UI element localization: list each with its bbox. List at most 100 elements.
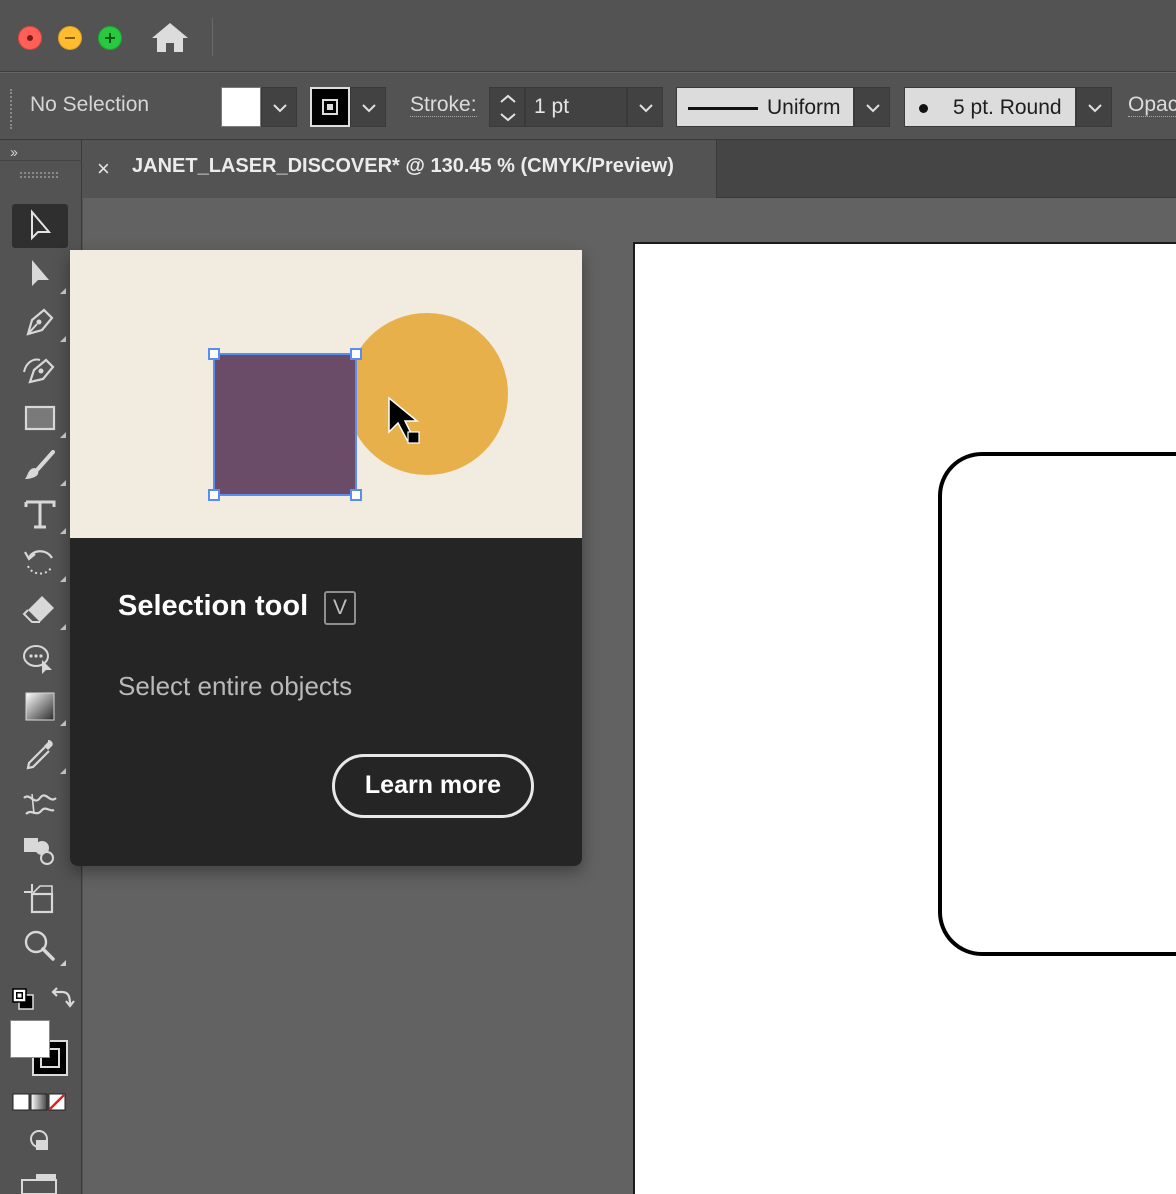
chevron-down-icon — [639, 104, 653, 113]
eyedropper-tool[interactable] — [12, 732, 68, 776]
zoom-icon — [24, 930, 55, 961]
paintbrush-icon — [25, 450, 55, 479]
pen-tool[interactable] — [12, 300, 68, 344]
shape-builder-icon — [24, 838, 54, 865]
default-colors-button[interactable] — [10, 986, 36, 1017]
illustration-circle — [346, 313, 508, 475]
tool-tip-popover: Selection tool V Select entire objects L… — [70, 250, 582, 866]
selection-handle — [350, 348, 362, 360]
color-mode-icon — [12, 1093, 30, 1111]
selection-handle — [208, 348, 220, 360]
artboard-icon — [24, 884, 54, 914]
swap-fill-stroke-button[interactable] — [48, 984, 76, 1017]
brush-definition-select[interactable]: 5 pt. Round — [904, 87, 1076, 127]
brush-dot-icon — [919, 104, 928, 113]
eraser-tool[interactable] — [12, 588, 68, 632]
gradient-tool[interactable] — [12, 684, 68, 728]
minimize-window-button[interactable] — [58, 26, 82, 50]
tooltip-title: Selection tool — [118, 590, 309, 622]
close-window-button[interactable] — [18, 26, 42, 50]
stroke-dropdown-button[interactable] — [350, 87, 386, 127]
title-bar — [0, 0, 1176, 72]
draw-normal-icon — [30, 1130, 48, 1150]
swap-arrow-icon — [51, 987, 75, 1008]
variable-width-profile-select[interactable]: Uniform — [676, 87, 854, 127]
document-title: JANET_LASER_DISCOVER* @ 130.45 % (CMYK/P… — [132, 155, 674, 177]
artboard[interactable] — [633, 242, 1176, 1194]
profile-dropdown-button[interactable] — [854, 87, 890, 127]
puppet-warp-icon — [23, 645, 52, 674]
opacity-panel-link[interactable]: Opac — [1128, 94, 1176, 117]
home-button[interactable] — [148, 18, 192, 58]
tooltip-description: Select entire objects — [118, 671, 353, 701]
rectangle-icon — [24, 405, 56, 431]
close-tab-button[interactable]: × — [97, 156, 110, 182]
selection-tool-illustration — [70, 250, 582, 538]
rounded-rectangle-object[interactable] — [938, 452, 1176, 956]
eraser-icon — [22, 596, 54, 623]
shortcut-key-badge: V — [324, 591, 356, 625]
fill-dropdown-button[interactable] — [261, 87, 297, 127]
color-mode-row — [12, 1092, 68, 1117]
selection-handle — [208, 489, 220, 501]
chevron-down-icon — [866, 104, 880, 113]
brush-label: 5 pt. Round — [953, 96, 1062, 119]
default-fill-stroke-icon — [12, 988, 34, 1010]
collapse-panel-button[interactable]: ›› — [10, 144, 18, 161]
stroke-panel-link[interactable]: Stroke: — [410, 94, 477, 117]
title-divider — [212, 18, 213, 56]
direct-selection-tool[interactable] — [12, 252, 68, 296]
home-icon — [152, 23, 188, 52]
direct-selection-arrow-icon — [32, 260, 49, 286]
stroke-weight-stepper[interactable] — [489, 87, 525, 127]
maximize-window-button[interactable] — [98, 26, 122, 50]
blend-icon — [23, 793, 57, 815]
screen-mode-button[interactable] — [20, 1170, 60, 1194]
selection-arrow-icon — [31, 209, 52, 241]
paintbrush-tool[interactable] — [12, 444, 68, 488]
fill-swatch-large[interactable] — [10, 1020, 50, 1058]
learn-more-button[interactable]: Learn more — [332, 754, 534, 818]
gradient-icon — [25, 692, 55, 721]
uniform-line-preview — [688, 107, 758, 110]
gradient-mode-icon — [30, 1093, 48, 1111]
selection-tool[interactable] — [12, 204, 68, 248]
curvature-pen-icon — [23, 358, 55, 384]
chevron-down-icon — [273, 104, 287, 113]
rectangle-tool[interactable] — [12, 396, 68, 440]
chevron-down-icon — [1088, 104, 1102, 113]
control-bar-grip[interactable] — [10, 89, 14, 129]
stroke-color-swatch[interactable] — [310, 87, 350, 127]
fill-stroke-swatches[interactable] — [10, 1020, 72, 1080]
illustration-square — [213, 353, 357, 496]
eyedropper-icon — [26, 740, 53, 770]
stroke-weight-dropdown[interactable] — [627, 87, 663, 127]
selection-handle — [350, 489, 362, 501]
type-icon — [24, 500, 56, 529]
puppet-warp-tool[interactable] — [12, 636, 68, 680]
fill-color-swatch[interactable] — [221, 87, 261, 127]
rotate-icon — [24, 550, 53, 575]
rotate-tool[interactable] — [12, 540, 68, 584]
pen-icon — [26, 308, 54, 336]
drawing-mode-button[interactable] — [26, 1128, 54, 1159]
document-tab[interactable]: × JANET_LASER_DISCOVER* @ 130.45 % (CMYK… — [83, 140, 717, 198]
profile-label: Uniform — [767, 96, 841, 119]
chevron-down-icon — [362, 104, 376, 113]
zoom-tool[interactable] — [12, 924, 68, 968]
screen-mode-icon — [21, 1174, 57, 1194]
type-tool[interactable] — [12, 492, 68, 536]
brush-dropdown-button[interactable] — [1076, 87, 1112, 127]
illustrator-window: No Selection Stroke: 1 pt Uniform 5 pt. … — [0, 0, 1176, 1194]
stepper-arrows-icon — [500, 94, 516, 122]
stroke-weight-input[interactable]: 1 pt — [525, 87, 627, 127]
control-bar: No Selection Stroke: 1 pt Uniform 5 pt. … — [0, 72, 1176, 140]
blend-tool[interactable] — [12, 780, 68, 824]
shape-builder-tool[interactable] — [12, 828, 68, 872]
panel-grip[interactable] — [20, 172, 58, 178]
document-tab-bar: × JANET_LASER_DISCOVER* @ 130.45 % (CMYK… — [83, 140, 1176, 198]
selection-status: No Selection — [30, 93, 150, 116]
artboard-tool[interactable] — [12, 876, 68, 920]
curvature-tool[interactable] — [12, 348, 68, 392]
panel-header-divider — [0, 160, 82, 161]
